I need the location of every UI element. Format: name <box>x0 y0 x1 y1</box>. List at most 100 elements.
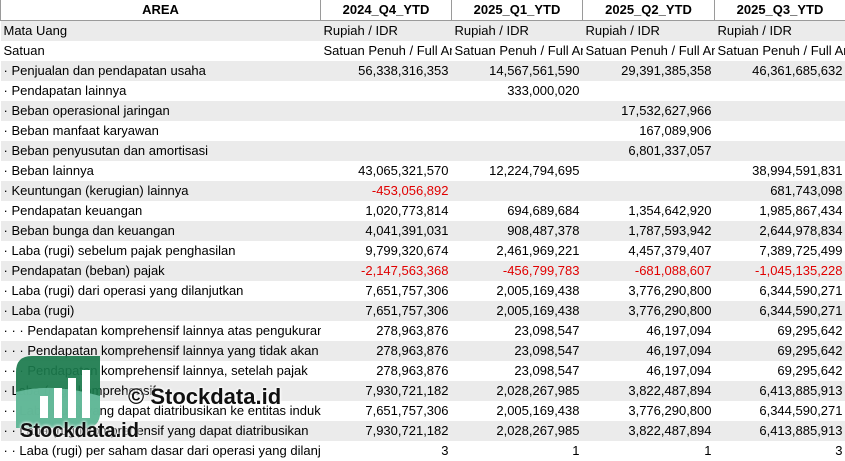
row-label[interactable]: · Pendapatan lainnya <box>0 81 321 101</box>
table-cell[interactable]: 1 <box>451 441 583 461</box>
table-cell[interactable]: 2,461,969,221 <box>451 241 583 261</box>
table-cell[interactable] <box>451 121 583 141</box>
table-cell[interactable]: 46,197,094 <box>582 321 715 341</box>
table-cell[interactable] <box>714 121 845 141</box>
table-cell[interactable]: 2,005,169,438 <box>451 401 583 421</box>
table-cell[interactable]: 3,776,290,800 <box>582 301 715 321</box>
row-label[interactable]: · Keuntungan (kerugian) lainnya <box>0 181 321 201</box>
table-cell[interactable]: 46,197,094 <box>582 341 715 361</box>
table-cell[interactable]: 46,197,094 <box>582 361 715 381</box>
table-cell[interactable]: 9,799,320,674 <box>320 241 452 261</box>
header-area[interactable]: AREA <box>0 0 321 21</box>
table-cell[interactable]: 7,930,721,182 <box>320 421 452 441</box>
table-cell[interactable]: 6,344,590,271 <box>714 301 845 321</box>
table-cell[interactable]: 23,098,547 <box>451 361 583 381</box>
table-cell[interactable] <box>320 121 452 141</box>
table-cell[interactable]: 3,822,487,894 <box>582 381 715 401</box>
table-cell[interactable]: 6,344,590,271 <box>714 401 845 421</box>
table-cell[interactable]: 681,743,098 <box>714 181 845 201</box>
table-cell[interactable]: 3,776,290,800 <box>582 401 715 421</box>
table-cell[interactable]: 17,532,627,966 <box>582 101 715 121</box>
table-cell[interactable] <box>582 81 715 101</box>
table-cell[interactable] <box>451 141 583 161</box>
table-cell[interactable]: 14,567,561,590 <box>451 61 583 81</box>
table-cell[interactable]: 2,644,978,834 <box>714 221 845 241</box>
table-cell[interactable]: 1,020,773,814 <box>320 201 452 221</box>
table-cell[interactable]: -456,799,783 <box>451 261 583 281</box>
table-cell[interactable]: 12,224,794,695 <box>451 161 583 181</box>
header-col-1[interactable]: 2024_Q4_YTD <box>320 0 452 21</box>
row-label[interactable]: · · · Pendapatan komprehensif lainnya at… <box>0 321 321 341</box>
row-label[interactable]: · Pendapatan keuangan <box>0 201 321 221</box>
table-cell[interactable]: 1,787,593,942 <box>582 221 715 241</box>
table-cell[interactable]: -453,056,892 <box>320 181 452 201</box>
table-cell[interactable] <box>320 141 452 161</box>
table-cell[interactable]: 2,028,267,985 <box>451 421 583 441</box>
table-cell[interactable]: -1,045,135,228 <box>714 261 845 281</box>
table-cell[interactable]: 1,985,867,434 <box>714 201 845 221</box>
row-label[interactable]: · Laba (rugi) <box>0 301 321 321</box>
table-cell[interactable]: 6,413,885,913 <box>714 381 845 401</box>
row-label[interactable]: · Beban manfaat karyawan <box>0 121 321 141</box>
row-label[interactable]: · Beban operasional jaringan <box>0 101 321 121</box>
table-cell[interactable]: 1,354,642,920 <box>582 201 715 221</box>
table-cell[interactable]: 3,776,290,800 <box>582 281 715 301</box>
table-cell[interactable]: 278,963,876 <box>320 361 452 381</box>
table-cell[interactable]: 7,651,757,306 <box>320 301 452 321</box>
table-cell[interactable]: 278,963,876 <box>320 341 452 361</box>
table-cell[interactable]: 2,028,267,985 <box>451 381 583 401</box>
table-cell[interactable]: 167,089,906 <box>582 121 715 141</box>
row-label[interactable]: Mata Uang <box>0 20 321 41</box>
row-label[interactable]: · Beban penyusutan dan amortisasi <box>0 141 321 161</box>
table-cell[interactable] <box>320 81 452 101</box>
table-cell[interactable]: 333,000,020 <box>451 81 583 101</box>
table-cell[interactable]: 694,689,684 <box>451 201 583 221</box>
table-cell[interactable] <box>582 181 715 201</box>
table-cell[interactable] <box>714 81 845 101</box>
table-cell[interactable]: 38,994,591,831 <box>714 161 845 181</box>
table-cell[interactable]: 6,344,590,271 <box>714 281 845 301</box>
table-cell[interactable]: Satuan Penuh / Full Amount <box>320 41 452 61</box>
table-cell[interactable]: 1 <box>582 441 715 461</box>
row-label[interactable]: · Laba (rugi) dari operasi yang dilanjut… <box>0 281 321 301</box>
table-cell[interactable]: Rupiah / IDR <box>714 20 845 41</box>
table-cell[interactable] <box>320 101 452 121</box>
table-cell[interactable]: 4,041,391,031 <box>320 221 452 241</box>
row-label[interactable]: · Penjualan dan pendapatan usaha <box>0 61 321 81</box>
table-cell[interactable]: Satuan Penuh / Full Amount <box>714 41 845 61</box>
table-cell[interactable]: 7,930,721,182 <box>320 381 452 401</box>
table-cell[interactable]: 3,822,487,894 <box>582 421 715 441</box>
row-label[interactable]: · Beban bunga dan keuangan <box>0 221 321 241</box>
table-cell[interactable]: 23,098,547 <box>451 321 583 341</box>
header-col-2[interactable]: 2025_Q1_YTD <box>451 0 583 21</box>
row-label[interactable]: Satuan <box>0 41 321 61</box>
row-label[interactable]: · Laba (rugi) sebelum pajak penghasilan <box>0 241 321 261</box>
table-cell[interactable]: Satuan Penuh / Full Amount <box>582 41 715 61</box>
table-cell[interactable]: Rupiah / IDR <box>582 20 715 41</box>
table-cell[interactable] <box>451 101 583 121</box>
table-cell[interactable]: 7,651,757,306 <box>320 281 452 301</box>
table-cell[interactable]: -681,088,607 <box>582 261 715 281</box>
table-cell[interactable]: 908,487,378 <box>451 221 583 241</box>
header-col-3[interactable]: 2025_Q2_YTD <box>582 0 715 21</box>
table-cell[interactable] <box>714 141 845 161</box>
table-cell[interactable]: 3 <box>320 441 452 461</box>
table-cell[interactable]: Rupiah / IDR <box>451 20 583 41</box>
table-cell[interactable]: 2,005,169,438 <box>451 281 583 301</box>
header-col-4[interactable]: 2025_Q3_YTD <box>714 0 845 21</box>
table-cell[interactable] <box>451 181 583 201</box>
table-cell[interactable]: 69,295,642 <box>714 361 845 381</box>
table-cell[interactable]: 69,295,642 <box>714 341 845 361</box>
table-cell[interactable]: 29,391,385,358 <box>582 61 715 81</box>
table-cell[interactable]: 3 <box>714 441 845 461</box>
table-cell[interactable]: 23,098,547 <box>451 341 583 361</box>
table-cell[interactable]: 69,295,642 <box>714 321 845 341</box>
table-cell[interactable]: 56,338,316,353 <box>320 61 452 81</box>
table-cell[interactable]: Satuan Penuh / Full Amount <box>451 41 583 61</box>
table-cell[interactable]: 6,413,885,913 <box>714 421 845 441</box>
table-cell[interactable]: 6,801,337,057 <box>582 141 715 161</box>
row-label[interactable]: · · Laba (rugi) per saham dasar dari ope… <box>0 441 321 461</box>
table-cell[interactable]: 46,361,685,632 <box>714 61 845 81</box>
table-cell[interactable]: 2,005,169,438 <box>451 301 583 321</box>
table-cell[interactable]: 4,457,379,407 <box>582 241 715 261</box>
